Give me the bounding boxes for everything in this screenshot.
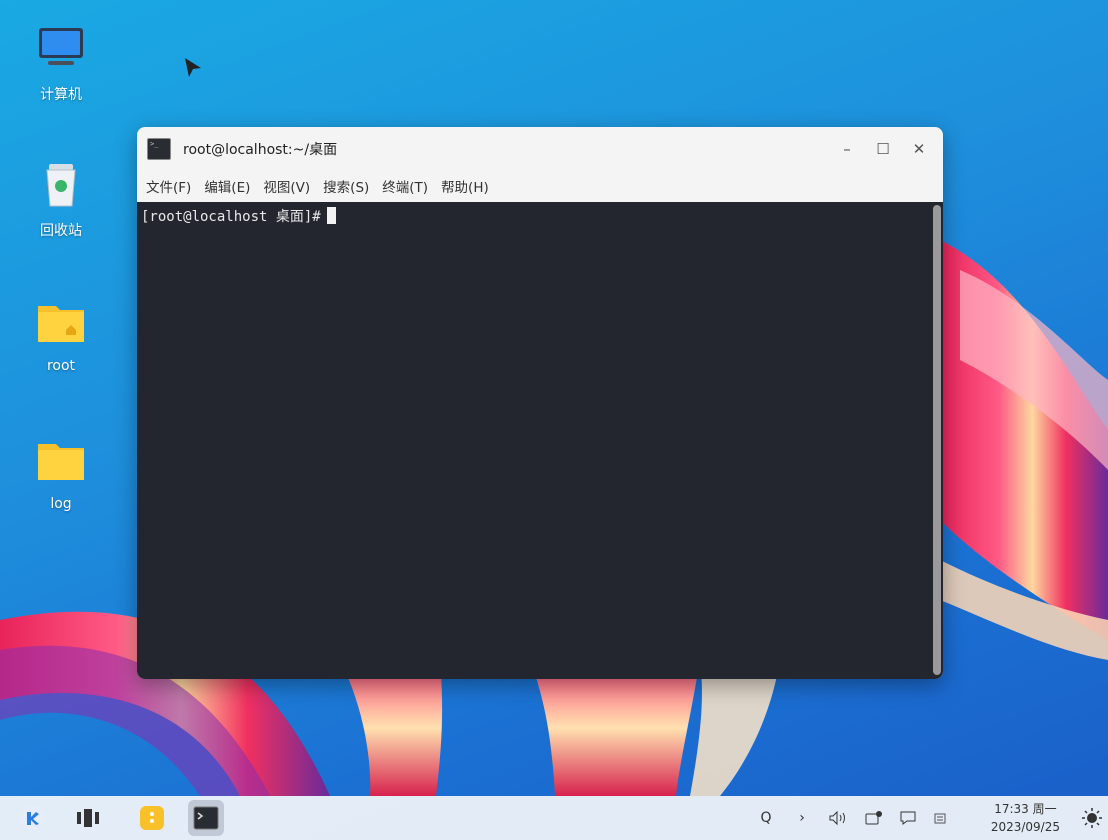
terminal-app-icon bbox=[147, 138, 171, 160]
network-icon bbox=[865, 811, 882, 825]
terminal-taskbar-button[interactable] bbox=[188, 800, 224, 836]
menu-view[interactable]: 视图(V) bbox=[263, 176, 310, 196]
input-method-icon bbox=[934, 813, 946, 824]
clock[interactable]: 17:33 周一 2023/09/25 bbox=[991, 800, 1060, 836]
taskbar: Q › 17:33 周一 2023/09/25 bbox=[0, 796, 1108, 840]
desktop-icon-label: root bbox=[46, 358, 76, 374]
volume-button[interactable] bbox=[824, 796, 852, 840]
minimize-button[interactable]: – bbox=[829, 137, 865, 161]
terminal-icon bbox=[193, 806, 219, 830]
menu-terminal[interactable]: 终端(T) bbox=[382, 176, 428, 196]
clock-time: 17:33 周一 bbox=[994, 802, 1057, 816]
menu-help[interactable]: 帮助(H) bbox=[441, 176, 489, 196]
clock-date: 2023/09/25 bbox=[990, 820, 1060, 834]
start-menu-icon bbox=[20, 806, 44, 830]
menu-search[interactable]: 搜索(S) bbox=[323, 176, 369, 196]
input-method-button[interactable] bbox=[928, 796, 952, 840]
desktop-icon-label: log bbox=[50, 496, 72, 512]
desktop-icon-label: 回收站 bbox=[40, 223, 82, 239]
search-button[interactable]: Q bbox=[754, 796, 778, 840]
maximize-button[interactable]: ☐ bbox=[865, 137, 901, 161]
close-button[interactable]: ✕ bbox=[901, 137, 937, 161]
terminal-scrollbar[interactable] bbox=[933, 205, 941, 675]
brightness-icon bbox=[1082, 808, 1102, 828]
search-icon: Q bbox=[760, 810, 772, 826]
desktop-icon-trash[interactable]: 回收站 bbox=[16, 162, 106, 240]
computer-icon bbox=[39, 28, 83, 65]
menu-bar: 文件(F) 编辑(E) 视图(V) 搜索(S) 终端(T) 帮助(H) bbox=[137, 171, 943, 201]
terminal-prompt-line: [root@localhost 桌面]# bbox=[141, 206, 336, 226]
start-menu-button[interactable] bbox=[14, 800, 50, 836]
home-folder-icon bbox=[38, 306, 84, 342]
terminal-area[interactable]: [root@localhost 桌面]# bbox=[137, 202, 943, 679]
text-cursor bbox=[326, 207, 336, 224]
file-manager-icon bbox=[140, 806, 164, 830]
network-button[interactable] bbox=[860, 796, 888, 840]
multitask-view-button[interactable] bbox=[70, 800, 106, 836]
window-title: root@localhost:~/桌面 bbox=[183, 142, 338, 158]
theme-toggle-button[interactable] bbox=[1078, 796, 1106, 840]
menu-edit[interactable]: 编辑(E) bbox=[204, 176, 250, 196]
trash-icon bbox=[46, 164, 76, 207]
terminal-window[interactable]: root@localhost:~/桌面 – ☐ ✕ 文件(F) 编辑(E) 视图… bbox=[137, 127, 943, 679]
desktop-icon-label: 计算机 bbox=[40, 87, 82, 103]
desktop-icon-computer[interactable]: 计算机 bbox=[16, 26, 106, 104]
notification-icon bbox=[900, 811, 916, 825]
file-manager-button[interactable] bbox=[134, 800, 170, 836]
terminal-prompt: [root@localhost 桌面]# bbox=[141, 209, 321, 225]
desktop-icon-log[interactable]: log bbox=[16, 438, 106, 512]
tray-expand-button[interactable]: › bbox=[790, 796, 814, 840]
expand-arrow-icon: › bbox=[799, 810, 805, 826]
menu-file[interactable]: 文件(F) bbox=[146, 176, 191, 196]
volume-icon bbox=[829, 810, 845, 826]
mouse-cursor-icon bbox=[185, 58, 201, 77]
desktop-icon-root[interactable]: root bbox=[16, 300, 106, 374]
folder-icon bbox=[38, 444, 84, 480]
window-titlebar[interactable]: root@localhost:~/桌面 – ☐ ✕ bbox=[137, 127, 943, 171]
notification-button[interactable] bbox=[894, 796, 922, 840]
multitask-view-icon bbox=[77, 809, 99, 827]
